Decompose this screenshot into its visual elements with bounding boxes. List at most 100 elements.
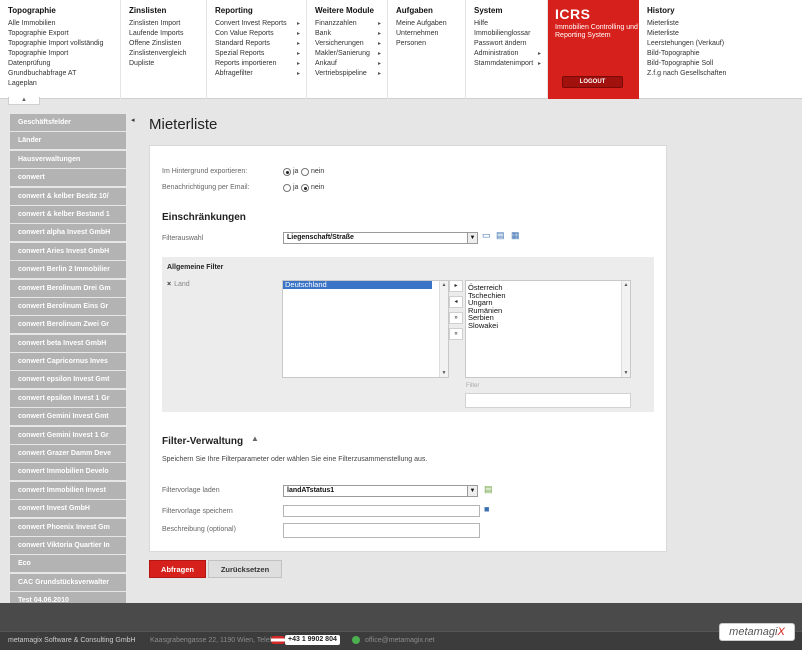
menu-item[interactable]: Bild-Topographie — [647, 49, 802, 59]
menu-item[interactable]: Passwort ändern — [474, 39, 547, 49]
menu-heading[interactable]: Aufgaben — [396, 6, 465, 17]
load-template-icon[interactable]: ▤ — [484, 484, 493, 495]
menu-item[interactable]: Topographie Export — [8, 29, 120, 39]
bg-export-no-radio[interactable] — [301, 168, 309, 176]
sidebar-item[interactable]: conwert Berolinum Drei Gm — [10, 279, 126, 297]
sidebar-item[interactable]: Hausverwaltungen — [10, 150, 126, 168]
menu-item[interactable]: Offene Zinslisten — [129, 39, 206, 49]
menu-item[interactable]: Reports importieren ▸ — [215, 59, 306, 69]
menu-item[interactable]: Zinslisten Import — [129, 19, 206, 29]
remove-icon[interactable]: × — [167, 281, 171, 288]
menu-item[interactable]: Abfragefilter ▸ — [215, 69, 306, 79]
menu-item[interactable]: Convert Invest Reports ▸ — [215, 19, 306, 29]
menu-item[interactable]: Grundbuchabfrage AT — [8, 69, 120, 79]
menu-item[interactable]: Laufende Imports — [129, 29, 206, 39]
filter-text-input[interactable] — [465, 393, 631, 408]
filter-select[interactable]: Liegenschaft/Straße ▼ — [283, 232, 478, 244]
menu-heading[interactable]: Reporting — [215, 6, 306, 17]
menu-item[interactable]: Hilfe — [474, 19, 547, 29]
sidebar-item[interactable]: conwert Capricornus Inves — [10, 353, 126, 371]
menu-heading[interactable]: Zinslisten — [129, 6, 206, 17]
sidebar-item[interactable]: Geschäftsfelder — [10, 114, 126, 131]
menu-item[interactable]: Vertriebspipeline ▸ — [315, 69, 387, 79]
move-right-button[interactable]: ▸ — [449, 280, 463, 292]
menu-heading[interactable]: History — [647, 6, 802, 17]
menu-item[interactable]: Lageplan — [8, 79, 120, 89]
menu-item[interactable]: Leerstehungen (Verkauf) — [647, 39, 802, 49]
move-all-right-button[interactable]: » — [449, 312, 463, 324]
menu-item[interactable]: Ankauf ▸ — [315, 59, 387, 69]
menu-item[interactable]: Versicherungen ▸ — [315, 39, 387, 49]
sidebar-item[interactable]: Länder — [10, 132, 126, 150]
sidebar-item[interactable]: conwert Grazer Damm Deve — [10, 445, 126, 463]
scrollbar[interactable]: ▲ ▼ — [621, 281, 630, 377]
menu-item[interactable]: Topographie Import vollständig — [8, 39, 120, 49]
edit-filter-icon[interactable]: ▤ — [496, 230, 505, 241]
email-notify-yes-radio[interactable] — [283, 184, 291, 192]
sidebar-item[interactable]: conwert Phoenix Invest Gm — [10, 518, 126, 536]
menu-item[interactable]: Bild-Topographie Soll — [647, 59, 802, 69]
sidebar-item[interactable]: conwert Berlin 2 Immobilier — [10, 261, 126, 279]
menu-item[interactable]: Finanzzahlen ▸ — [315, 19, 387, 29]
add-filter-icon[interactable]: ▭ — [482, 230, 491, 241]
sidebar-item[interactable]: conwert epsilon Invest 1 Gr — [10, 389, 126, 407]
menu-item[interactable]: Makler/Sanierung ▸ — [315, 49, 387, 59]
sidebar-item[interactable]: conwert epsilon Invest Gmt — [10, 371, 126, 389]
reset-button[interactable]: Zurücksetzen — [208, 560, 282, 578]
query-button[interactable]: Abfragen — [149, 560, 206, 578]
menu-item[interactable]: Mieterliste — [647, 29, 802, 39]
menu-heading[interactable]: Weitere Module — [315, 6, 387, 17]
list-item[interactable]: Slowakei — [466, 322, 630, 330]
sidebar-item[interactable]: conwert Aries Invest GmbH — [10, 242, 126, 260]
sidebar-item[interactable]: CAC Grundstücksverwalter — [10, 573, 126, 591]
sidebar-item[interactable]: conwert — [10, 169, 126, 187]
menu-item[interactable]: Alle Immobilien — [8, 19, 120, 29]
sidebar-item[interactable]: conwert Berolinum Zwei Gr — [10, 316, 126, 334]
sidebar-item[interactable]: conwert Berolinum Eins Gr — [10, 297, 126, 315]
menu-item[interactable]: Stammdatenimport ▸ — [474, 59, 547, 69]
delete-filter-icon[interactable]: ▦ — [511, 230, 520, 241]
menu-item[interactable]: Personen — [396, 39, 465, 49]
menu-item[interactable]: Bank ▸ — [315, 29, 387, 39]
move-left-button[interactable]: ◂ — [449, 296, 463, 308]
menu-heading[interactable]: System — [474, 6, 547, 17]
sidebar-item[interactable]: conwert Immobilien Invest — [10, 481, 126, 499]
sidebar-item[interactable]: conwert beta Invest GmbH — [10, 334, 126, 352]
move-all-left-button[interactable]: « — [449, 328, 463, 340]
menu-item[interactable]: Meine Aufgaben — [396, 19, 465, 29]
menu-item[interactable]: Con Value Reports ▸ — [215, 29, 306, 39]
menu-item[interactable]: Dupliste — [129, 59, 206, 69]
email-notify-no-radio[interactable] — [301, 184, 309, 192]
scrollbar[interactable]: ▲ ▼ — [439, 281, 448, 377]
land-filter-item[interactable]: × Land — [167, 281, 190, 288]
collapse-menu-toggle[interactable]: ▲ — [8, 97, 40, 105]
collapse-arrow-icon[interactable]: ▲ — [251, 434, 259, 443]
sidebar-item[interactable]: conwert Viktoria Quartier In — [10, 536, 126, 554]
menu-item[interactable]: Mieterliste — [647, 19, 802, 29]
template-save-input[interactable] — [283, 505, 480, 517]
logout-button[interactable]: LOGOUT — [562, 76, 623, 88]
footer-email[interactable]: office@metamagix.net — [365, 637, 435, 644]
available-countries-list[interactable]: Österreich Tschechien Ungarn Rumänien Serbie… — [465, 280, 631, 378]
menu-item[interactable]: Topographie Import — [8, 49, 120, 59]
sidebar-item[interactable]: conwert & kelber Besitz 10/ — [10, 187, 126, 205]
sidebar-item[interactable]: conwert Invest GmbH — [10, 500, 126, 518]
sidebar-item[interactable]: conwert Gemini Invest Gmt — [10, 408, 126, 426]
sidebar-item[interactable]: conwert Immobilien Develo — [10, 463, 126, 481]
save-template-icon[interactable]: ■ — [484, 504, 489, 514]
sidebar-item[interactable]: conwert & kelber Bestand 1 — [10, 205, 126, 223]
bg-export-yes-radio[interactable] — [283, 168, 291, 176]
menu-item[interactable]: Standard Reports ▸ — [215, 39, 306, 49]
menu-item[interactable]: Unternehmen — [396, 29, 465, 39]
menu-heading[interactable]: Topographie — [8, 6, 120, 17]
template-load-select[interactable]: landATstatus1 ▼ — [283, 485, 478, 497]
list-item[interactable]: Deutschland — [283, 281, 432, 289]
menu-item[interactable]: Datenprüfung — [8, 59, 120, 69]
menu-item[interactable]: Administration ▸ — [474, 49, 547, 59]
sidebar-item[interactable]: Eco — [10, 555, 126, 573]
menu-item[interactable]: Immobilienglossar — [474, 29, 547, 39]
menu-item[interactable]: Zinslistenvergleich — [129, 49, 206, 59]
sidebar-toggle-icon[interactable]: ◂ — [131, 116, 135, 124]
sidebar-item[interactable]: conwert alpha Invest GmbH — [10, 224, 126, 242]
menu-item[interactable]: Spezial Reports ▸ — [215, 49, 306, 59]
